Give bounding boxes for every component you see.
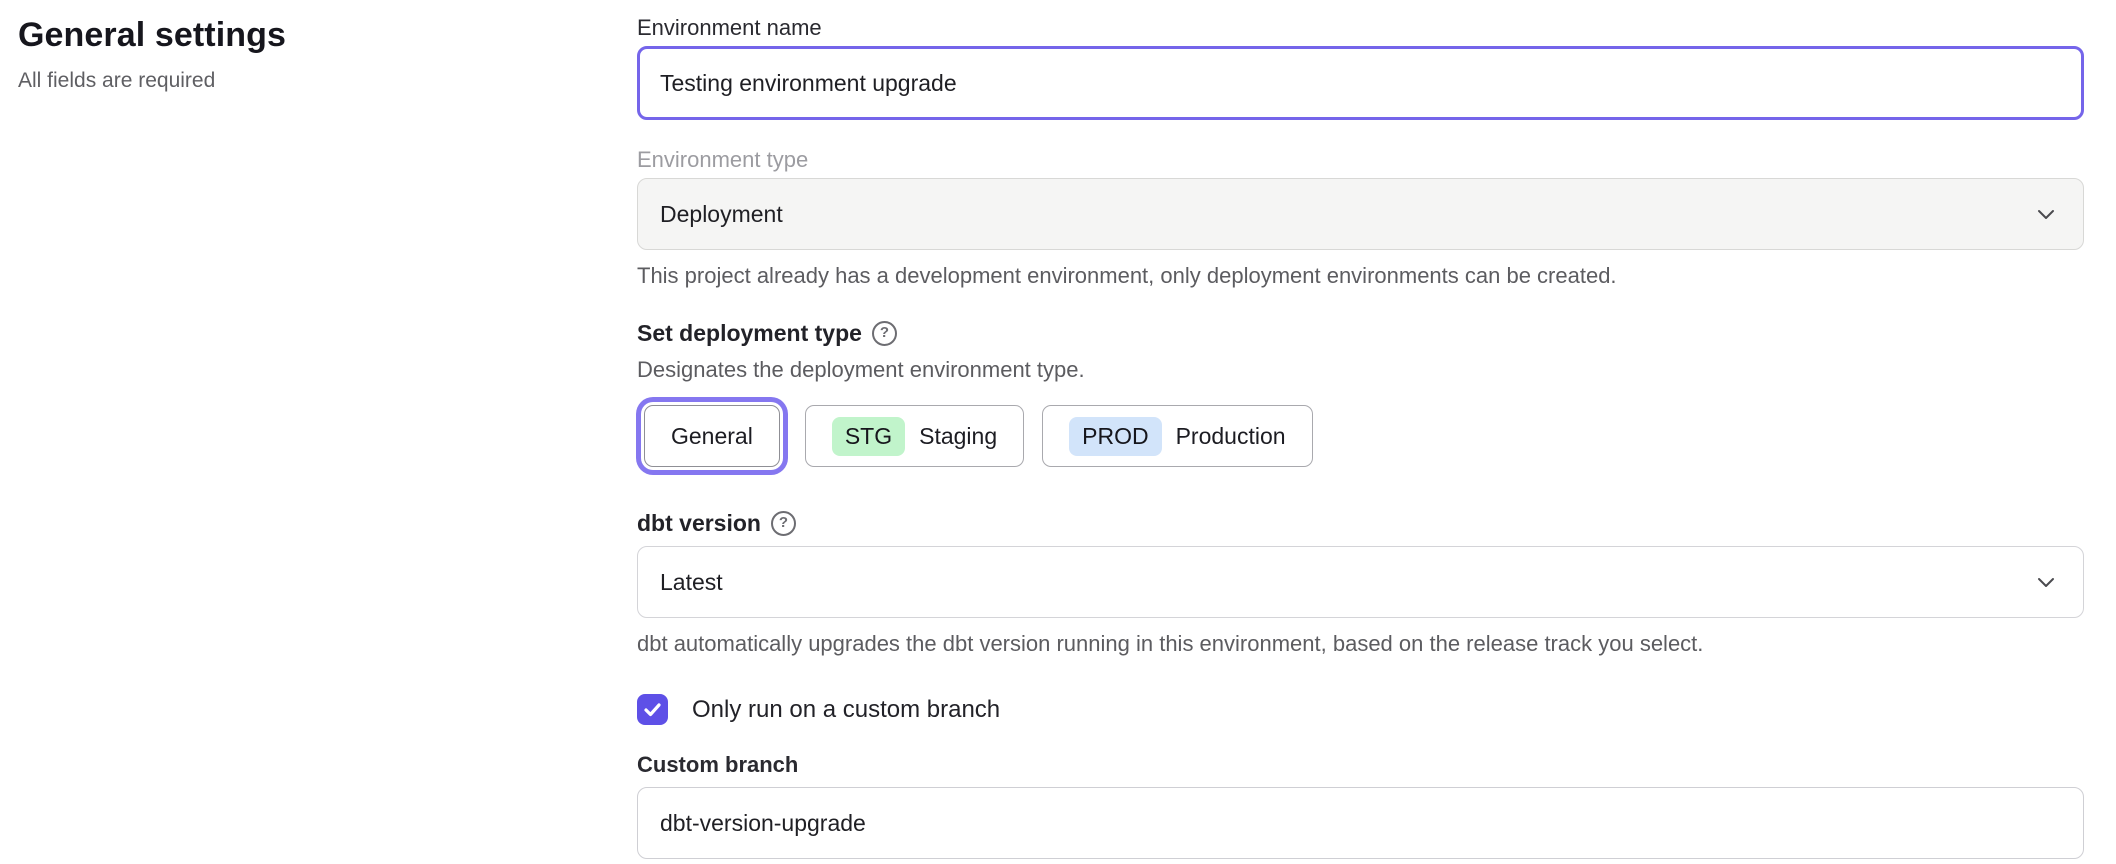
deployment-type-label: Set deployment type bbox=[637, 318, 862, 348]
dbt-version-value: Latest bbox=[660, 569, 723, 596]
custom-branch-input[interactable] bbox=[637, 787, 2084, 859]
environment-settings-form: Environment name Environment type Deploy… bbox=[637, 14, 2084, 859]
dbt-version-label: dbt version bbox=[637, 508, 761, 538]
help-icon[interactable]: ? bbox=[771, 511, 796, 536]
environment-name-label: Environment name bbox=[637, 14, 2084, 42]
environment-type-label: Environment type bbox=[637, 146, 2084, 174]
general-button-label: General bbox=[671, 423, 753, 450]
deployment-type-general-button[interactable]: General bbox=[644, 405, 780, 467]
page-title: General settings bbox=[18, 16, 578, 55]
environment-type-select[interactable]: Deployment bbox=[637, 178, 2084, 250]
staging-badge: STG bbox=[832, 417, 905, 456]
custom-branch-checkbox[interactable] bbox=[637, 694, 668, 725]
deployment-type-helper: Designates the deployment environment ty… bbox=[637, 356, 2084, 384]
production-badge: PROD bbox=[1069, 417, 1161, 456]
checkmark-icon bbox=[642, 699, 663, 720]
deployment-type-staging-button[interactable]: STG Staging bbox=[805, 405, 1024, 467]
page-subtitle: All fields are required bbox=[18, 69, 578, 93]
dbt-version-select[interactable]: Latest bbox=[637, 546, 2084, 618]
production-button-label: Production bbox=[1176, 423, 1286, 450]
staging-button-label: Staging bbox=[919, 423, 997, 450]
help-icon[interactable]: ? bbox=[872, 321, 897, 346]
environment-name-input[interactable] bbox=[637, 46, 2084, 120]
environment-type-helper: This project already has a development e… bbox=[637, 262, 2084, 290]
general-settings-page: General settings All fields are required… bbox=[0, 0, 2116, 864]
chevron-down-icon bbox=[2035, 571, 2057, 593]
deployment-type-production-button[interactable]: PROD Production bbox=[1042, 405, 1312, 467]
custom-branch-checkbox-row[interactable]: Only run on a custom branch bbox=[637, 694, 2084, 725]
deployment-type-options: General STG Staging PROD Production bbox=[637, 398, 2084, 474]
dbt-version-helper: dbt automatically upgrades the dbt versi… bbox=[637, 630, 2084, 658]
settings-header: General settings All fields are required bbox=[18, 16, 578, 93]
custom-branch-checkbox-label: Only run on a custom branch bbox=[692, 696, 1000, 724]
chevron-down-icon bbox=[2035, 203, 2057, 225]
dbt-version-section-label: dbt version ? bbox=[637, 508, 2084, 538]
environment-type-value: Deployment bbox=[660, 201, 783, 228]
deployment-type-section-label: Set deployment type ? bbox=[637, 318, 2084, 348]
custom-branch-label: Custom branch bbox=[637, 751, 2084, 779]
